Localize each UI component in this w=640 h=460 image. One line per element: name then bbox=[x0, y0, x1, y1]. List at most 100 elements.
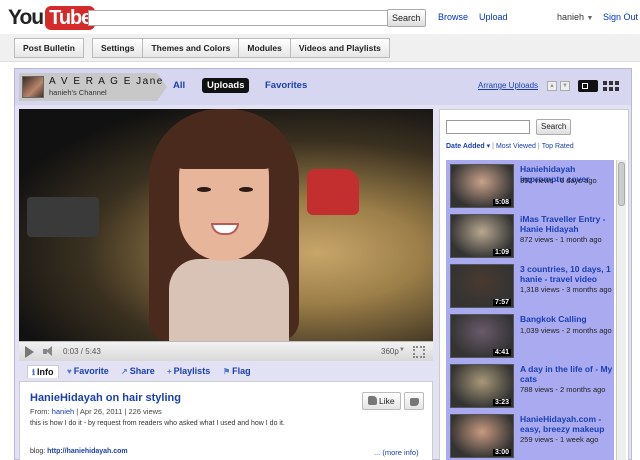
video-item-meta: 1,039 views - 2 months ago bbox=[520, 326, 612, 335]
video-thumbnail[interactable]: 4:41 bbox=[450, 314, 514, 358]
chevron-down-icon: ▼ bbox=[586, 15, 594, 22]
uploads-sidebar: Search Date Added ▾ | Most Viewed | Top Rate… bbox=[439, 109, 629, 460]
videos-playlists-button[interactable]: Videos and Playlists bbox=[290, 38, 390, 58]
video-item-meta: 788 views - 2 months ago bbox=[520, 385, 606, 394]
play-icon[interactable] bbox=[25, 346, 34, 358]
arrange-uploads-link[interactable]: Arrange Uploads bbox=[478, 81, 538, 90]
player-view-icon[interactable] bbox=[578, 80, 598, 92]
tab-favorite-label: Favorite bbox=[73, 366, 109, 376]
sign-out-link[interactable]: Sign Out bbox=[603, 12, 638, 22]
upload-link[interactable]: Upload bbox=[479, 12, 508, 22]
chevron-down-icon: ▾ bbox=[486, 143, 491, 150]
video-list: 5:08 Haniehidayah impromptu cover 392 view… bbox=[446, 160, 614, 460]
like-button[interactable]: Like bbox=[362, 392, 401, 410]
fullscreen-icon[interactable] bbox=[413, 346, 425, 358]
channel-search-input[interactable] bbox=[446, 120, 530, 134]
video-thumbnail[interactable]: 5:08 bbox=[450, 164, 514, 208]
video-player[interactable]: 0:03 / 5:43 360p ▼ bbox=[19, 109, 433, 361]
tab-playlists[interactable]: + Playlists bbox=[167, 366, 210, 376]
post-bulletin-button[interactable]: Post Bulletin bbox=[14, 38, 84, 58]
duration-badge: 7:57 bbox=[492, 299, 511, 306]
list-item[interactable]: 7:57 3 countries, 10 days, 1 hanie - trav… bbox=[450, 264, 612, 310]
tab-favorites[interactable]: Favorites bbox=[265, 80, 307, 91]
tab-playlists-label: Playlists bbox=[173, 366, 211, 376]
video-item-title[interactable]: A day in the life of - My cats bbox=[520, 364, 614, 384]
browse-link[interactable]: Browse bbox=[438, 12, 468, 22]
video-thumbnail[interactable]: 3:23 bbox=[450, 364, 514, 408]
tab-uploads[interactable]: Uploads bbox=[202, 78, 250, 93]
grid-view-icon[interactable] bbox=[601, 80, 621, 92]
sort-date-added[interactable]: Date Added bbox=[446, 143, 485, 150]
duration-badge: 1:09 bbox=[492, 249, 511, 256]
dislike-button[interactable] bbox=[404, 392, 424, 410]
settings-button[interactable]: Settings bbox=[91, 38, 144, 58]
list-item[interactable]: 1:09 iMas Traveller Entry - Hanie Hidayah… bbox=[450, 214, 612, 260]
video-item-meta: 392 views - 6 days ago bbox=[520, 176, 597, 185]
masthead: You Tube Search Browse Upload hanieh ▼ Si… bbox=[0, 0, 640, 34]
tab-flag[interactable]: ⚑ Flag bbox=[223, 366, 251, 376]
thumbs-down-icon bbox=[410, 398, 419, 406]
username: hanieh bbox=[557, 12, 585, 22]
volume-icon[interactable] bbox=[43, 346, 53, 357]
sort-top-rated[interactable]: Top Rated bbox=[542, 143, 574, 150]
upload-date: Apr 26, 2011 bbox=[79, 407, 123, 416]
duration-badge: 5:08 bbox=[492, 199, 511, 206]
video-frame[interactable] bbox=[19, 109, 433, 341]
info-icon: ℹ bbox=[32, 368, 36, 377]
action-tabs: ℹ Info ♥ Favorite ↗ Share + Playlists ⚑ Flag bbox=[19, 363, 433, 381]
author-link[interactable]: hanieh bbox=[52, 407, 75, 416]
video-item-meta: 872 views - 1 month ago bbox=[520, 235, 602, 244]
logo-you: You bbox=[8, 6, 44, 29]
video-item-title[interactable]: iMas Traveller Entry - Hanie Hidayah bbox=[520, 214, 614, 234]
blog-line: blog: http://haniehidayah.com bbox=[30, 448, 128, 455]
channel-subtitle: hanieh's Channel bbox=[49, 88, 107, 97]
search-input[interactable] bbox=[88, 10, 388, 26]
tab-all[interactable]: All bbox=[173, 80, 185, 91]
youtube-logo[interactable]: You Tube bbox=[8, 5, 96, 31]
more-info-link[interactable]: ... (more info) bbox=[374, 448, 419, 457]
channel-search-button[interactable]: Search bbox=[536, 119, 572, 135]
duration-badge: 3:23 bbox=[492, 399, 511, 406]
video-thumbnail[interactable]: 1:09 bbox=[450, 214, 514, 258]
video-thumbnail[interactable]: 3:00 bbox=[450, 414, 514, 458]
move-up-icon[interactable]: ▲ bbox=[547, 81, 557, 91]
video-item-title[interactable]: Bangkok Calling bbox=[520, 314, 614, 324]
quality-selector[interactable]: 360p bbox=[381, 347, 399, 356]
themes-button[interactable]: Themes and Colors bbox=[143, 38, 240, 58]
like-label: Like bbox=[379, 396, 395, 406]
tab-info-label: Info bbox=[37, 367, 54, 377]
list-item[interactable]: 3:00 HanieHidayah.com - easy, breezy make… bbox=[450, 414, 612, 460]
move-down-icon[interactable]: ▼ bbox=[560, 81, 570, 91]
list-item[interactable]: 5:08 Haniehidayah impromptu cover 392 view… bbox=[450, 164, 612, 210]
chevron-down-icon: ▼ bbox=[399, 347, 405, 353]
video-thumbnail[interactable]: 7:57 bbox=[450, 264, 514, 308]
scroll-thumb[interactable] bbox=[618, 162, 625, 206]
list-item[interactable]: 4:41 Bangkok Calling 1,039 views - 2 month… bbox=[450, 314, 612, 360]
video-item-title[interactable]: 3 countries, 10 days, 1 hanie - travel v… bbox=[520, 264, 614, 284]
share-icon: ↗ bbox=[121, 367, 128, 376]
video-title[interactable]: HanieHidayah on hair styling bbox=[30, 392, 181, 404]
modules-button[interactable]: Modules bbox=[239, 38, 291, 58]
user-menu[interactable]: hanieh ▼ bbox=[557, 12, 593, 22]
tab-share[interactable]: ↗ Share bbox=[121, 366, 155, 376]
search-button[interactable]: Search bbox=[387, 9, 426, 27]
view-count: 226 views bbox=[128, 407, 162, 416]
sort-most-viewed[interactable]: Most Viewed bbox=[496, 143, 536, 150]
duration-badge: 4:41 bbox=[492, 349, 511, 356]
scrollbar[interactable] bbox=[616, 160, 626, 460]
video-meta: From: hanieh | Apr 26, 2011 | 226 views bbox=[30, 407, 162, 416]
avatar bbox=[22, 76, 44, 98]
tab-favorite[interactable]: ♥ Favorite bbox=[67, 366, 109, 376]
flag-icon: ⚑ bbox=[223, 367, 231, 376]
video-item-meta: 1,318 views - 3 months ago bbox=[520, 285, 612, 294]
video-info-panel: HanieHidayah on hair styling From: hanie… bbox=[19, 381, 433, 460]
blog-link[interactable]: http://haniehidayah.com bbox=[47, 448, 128, 455]
video-item-title[interactable]: HanieHidayah.com - easy, breezy makeup bbox=[520, 414, 614, 434]
channel-tag[interactable]: A V E R A G E Jane hanieh's Channel bbox=[19, 73, 167, 101]
video-item-meta: 259 views - 1 week ago bbox=[520, 435, 599, 444]
channel-toolbar: Post Bulletin Settings Themes and Colors… bbox=[0, 34, 640, 62]
heart-icon: ♥ bbox=[67, 367, 72, 376]
timecode: 0:03 / 5:43 bbox=[63, 347, 101, 356]
list-item[interactable]: 3:23 A day in the life of - My cats 788 vi… bbox=[450, 364, 612, 410]
tab-info[interactable]: ℹ Info bbox=[27, 365, 59, 378]
